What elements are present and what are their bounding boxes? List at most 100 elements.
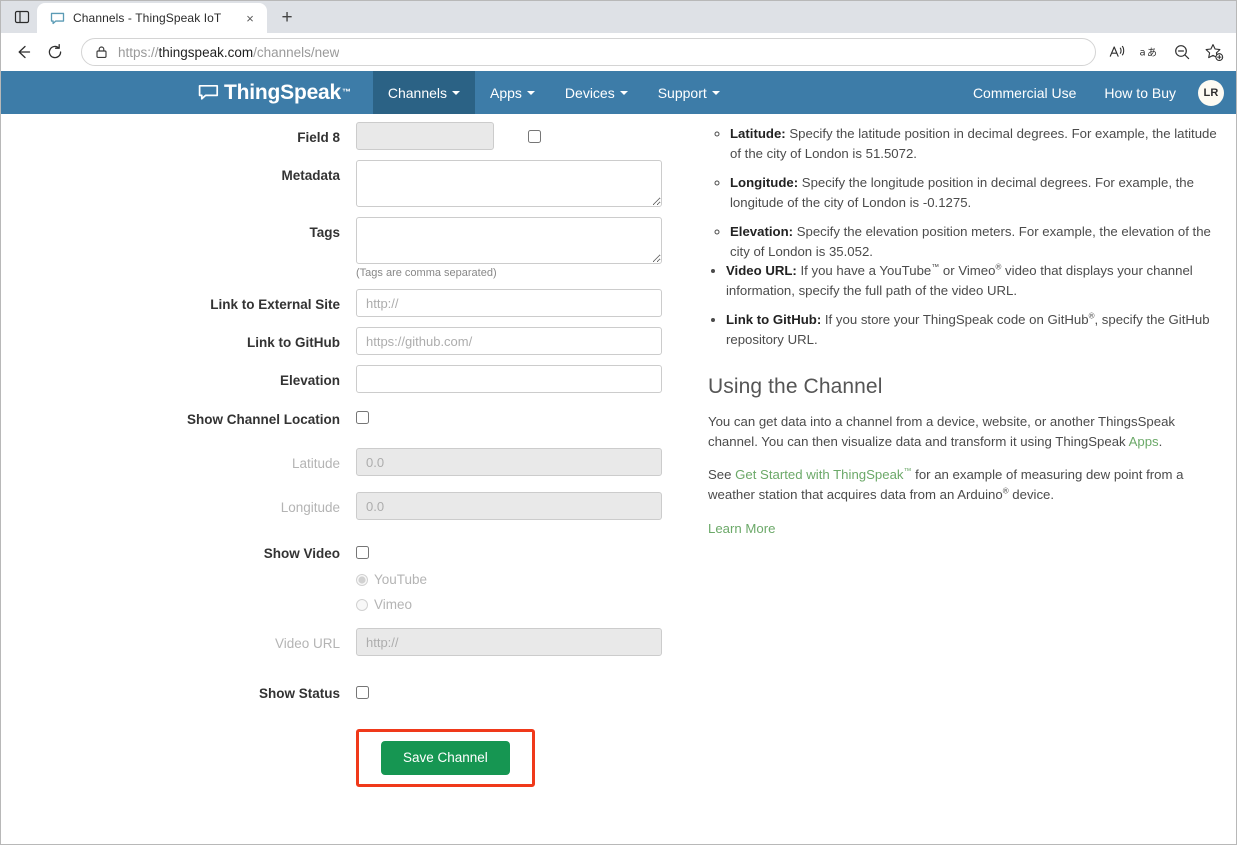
trademark-icon: ™ <box>903 467 912 477</box>
nav-label: Channels <box>387 84 447 101</box>
video-url-input[interactable] <box>356 628 662 656</box>
show-status-checkbox[interactable] <box>356 686 369 699</box>
thingspeak-logo[interactable]: ThingSpeak ™ <box>198 71 373 114</box>
form-row-elevation: Elevation <box>1 365 704 393</box>
tab-list-icon[interactable] <box>7 2 37 32</box>
translate-icon[interactable]: a あ <box>1134 36 1166 68</box>
tags-help-text: (Tags are comma separated) <box>356 267 497 279</box>
form-row-link-external: Link to External Site <box>1 289 704 317</box>
link-external-label: Link to External Site <box>210 297 340 312</box>
vimeo-radio[interactable] <box>356 598 368 611</box>
doc-para2-a: See <box>708 467 736 483</box>
url-text: https://thingspeak.com/channels/new <box>118 44 340 60</box>
back-icon[interactable] <box>7 36 39 68</box>
field8-input[interactable] <box>356 122 494 150</box>
show-channel-location-label: Show Channel Location <box>186 412 340 427</box>
nav-label: Devices <box>564 84 615 101</box>
vimeo-label: Vimeo <box>374 597 413 612</box>
latitude-input[interactable] <box>356 448 662 476</box>
chevron-down-icon <box>711 90 720 95</box>
elevation-input[interactable] <box>356 365 662 393</box>
avatar[interactable]: LR <box>1198 79 1224 106</box>
show-status-label: Show Status <box>258 686 340 701</box>
learn-more-link[interactable]: Learn More <box>708 521 775 536</box>
tags-label: Tags <box>309 225 340 240</box>
nav-item-commercial-use[interactable]: Commercial Use <box>959 85 1090 101</box>
read-aloud-icon[interactable] <box>1102 36 1134 68</box>
chevron-down-icon <box>526 90 535 95</box>
get-started-link[interactable]: Get Started with ThingSpeak™ <box>735 467 911 482</box>
form-row-metadata: Metadata <box>1 160 704 207</box>
new-tab-icon[interactable]: + <box>273 4 301 32</box>
doc-item-longitude: Longitude: Specify the longitude positio… <box>730 173 1222 212</box>
doc-paragraph-2: See Get Started with ThingSpeak™ for an … <box>708 465 1222 504</box>
longitude-label: Longitude <box>280 500 340 515</box>
toolbar-right-icons: a あ <box>1102 36 1230 68</box>
show-video-checkbox[interactable] <box>356 546 369 559</box>
youtube-radio[interactable] <box>356 573 368 586</box>
form-row-tags: Tags (Tags are comma separated) <box>1 217 704 279</box>
doc-text-latitude: Specify the latitude position in decimal… <box>730 126 1217 161</box>
zoom-out-icon[interactable] <box>1166 36 1198 68</box>
doc-term-video-url: Video URL: <box>726 263 797 279</box>
save-channel-button[interactable]: Save Channel <box>381 741 510 775</box>
link-external-input[interactable] <box>356 289 662 317</box>
svg-text:あ: あ <box>1147 47 1157 59</box>
nav-item-apps[interactable]: Apps <box>475 71 550 114</box>
doc-term-longitude: Longitude: <box>730 175 799 191</box>
nav-item-channels[interactable]: Channels <box>372 71 475 114</box>
doc-item-link-github: Link to GitHub: If you store your ThingS… <box>726 310 1222 349</box>
link-github-input[interactable] <box>356 327 662 355</box>
field8-checkbox[interactable] <box>528 130 541 143</box>
doc-para1-a: You can get data into a channel from a d… <box>708 414 1175 449</box>
reload-icon[interactable] <box>39 36 71 68</box>
form-row-show-status: Show Status <box>1 678 704 703</box>
form-row-video-url: Video URL <box>1 628 704 656</box>
doc-paragraph-learn-more: Learn More <box>708 519 1222 539</box>
close-icon[interactable]: × <box>241 9 259 27</box>
video-provider-youtube[interactable]: YouTube <box>356 572 427 587</box>
video-url-label: Video URL <box>274 636 340 651</box>
field8-label: Field 8 <box>297 130 340 145</box>
svg-text:a: a <box>1140 48 1146 59</box>
doc-paragraph-1: You can get data into a channel from a d… <box>708 412 1222 451</box>
doc-item-latitude: Latitude: Specify the latitude position … <box>730 124 1222 163</box>
youtube-label: YouTube <box>374 572 428 587</box>
apps-link[interactable]: Apps <box>1129 434 1159 449</box>
elevation-label: Elevation <box>279 373 340 388</box>
link-github-label: Link to GitHub <box>247 335 340 350</box>
address-bar[interactable]: https://thingspeak.com/channels/new <box>81 38 1096 66</box>
show-channel-location-checkbox-wrap <box>356 403 369 424</box>
channel-form: Field 8 Metadata Tags (Tags are comma se… <box>1 114 704 844</box>
doc-text-longitude: Specify the longitude position in decima… <box>730 175 1194 210</box>
field8-checkbox-wrap <box>528 122 541 143</box>
site-header: ThingSpeak ™ Channels Apps Devices Suppor… <box>1 71 1236 114</box>
form-row-show-channel-location: Show Channel Location <box>1 403 704 430</box>
nav-item-support[interactable]: Support <box>643 71 735 114</box>
doc-text-video-url-a: If you have a YouTube <box>796 263 932 279</box>
tags-textarea[interactable] <box>356 217 662 264</box>
secondary-nav: Commercial Use How to Buy LR <box>959 71 1224 114</box>
add-favorite-icon[interactable] <box>1198 36 1230 68</box>
doc-para2-c: device. <box>1008 486 1055 502</box>
video-provider-vimeo[interactable]: Vimeo <box>356 597 412 612</box>
main-nav: Channels Apps Devices Support <box>372 71 735 114</box>
tab-strip: Channels - ThingSpeak IoT × + <box>1 1 1236 33</box>
logo-text: ThingSpeak <box>224 80 342 104</box>
doc-bullet-list: Latitude: Specify the latitude position … <box>708 124 1222 349</box>
longitude-input[interactable] <box>356 492 662 520</box>
doc-item-video-url: Video URL: If you have a YouTube™ or Vim… <box>726 261 1222 300</box>
metadata-textarea[interactable] <box>356 160 662 207</box>
form-row-latitude: Latitude <box>1 448 704 476</box>
speech-bubble-icon <box>198 84 219 101</box>
nav-label: Support <box>657 84 707 101</box>
nav-item-how-to-buy[interactable]: How to Buy <box>1090 85 1190 101</box>
documentation-panel: Latitude: Specify the latitude position … <box>704 114 1236 844</box>
chevron-down-icon <box>452 90 460 95</box>
form-row-show-video: Show Video YouTube Vimeo <box>1 538 704 612</box>
nav-item-devices[interactable]: Devices <box>550 71 643 114</box>
browser-tab[interactable]: Channels - ThingSpeak IoT × <box>37 3 267 33</box>
show-channel-location-checkbox[interactable] <box>356 411 369 424</box>
show-video-checkbox-wrap <box>356 538 369 559</box>
browser-window: Channels - ThingSpeak IoT × + https://th… <box>0 0 1237 845</box>
